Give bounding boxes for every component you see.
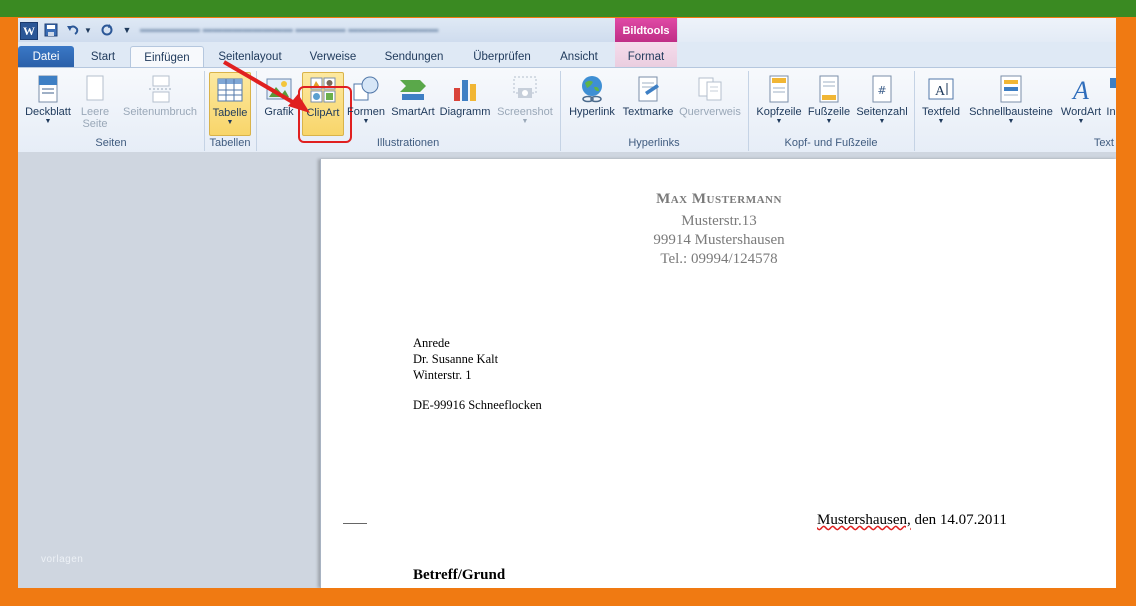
svg-text:A: A (935, 84, 946, 99)
textbox-icon: A (928, 78, 954, 100)
header-icon (769, 75, 789, 103)
recipient-city: DE-99916 Schneeflocken (413, 398, 542, 412)
chevron-down-icon: ▼ (878, 118, 886, 125)
svg-text:#: # (877, 84, 886, 97)
undo-dropdown-icon[interactable]: ▼ (84, 22, 92, 38)
chevron-down-icon: ▼ (825, 118, 833, 125)
sender-city: 99914 Mustershausen (653, 232, 785, 248)
ribbon: Deckblatt ▼ Leere Seite Seitenumbruch Sei… (18, 67, 1116, 154)
document-title: ▬▬▬▬▬▬ ▬▬▬▬▬▬▬▬▬ ▬▬▬▬▬ ▬▬▬▬▬▬▬▬▬ (140, 24, 439, 35)
wordart-icon: A (1071, 76, 1089, 104)
bildtools-context-tab: Bildtools (615, 18, 677, 42)
subject-line: Betreff/Grund (413, 567, 506, 583)
page-number-icon: # (872, 75, 892, 103)
seitenumbruch-button[interactable]: Seitenumbruch (116, 72, 204, 134)
group-text: Text (1093, 137, 1114, 149)
schnellbausteine-button[interactable]: Schnellbausteine ▼ (966, 72, 1056, 134)
screenshot-button[interactable]: Screenshot ▼ (494, 72, 556, 134)
textfeld-button[interactable]: A Textfeld ▼ (918, 72, 964, 134)
page-break-icon (149, 75, 173, 103)
customize-quick-access-icon[interactable]: ▼ (122, 22, 132, 38)
initiale-button[interactable]: In (1106, 72, 1116, 134)
wordart-button[interactable]: A WordArt ▼ (1058, 72, 1104, 134)
word-window: W ▼ ▼ ▬▬▬▬▬▬ ▬▬▬▬▬▬▬▬▬ ▬▬▬▬▬ ▬▬▬▬▬▬▬▬▬ B… (18, 18, 1116, 588)
word-icon[interactable]: W (20, 22, 38, 40)
smartart-icon (400, 80, 426, 100)
textmarke-button[interactable]: Textmarke (620, 72, 676, 134)
sender-street: Musterstr.13 (681, 213, 757, 229)
recipient-salutation: Anrede (413, 336, 450, 350)
chevron-down-icon: ▼ (521, 118, 529, 125)
camera-icon (513, 76, 537, 98)
svg-text:A: A (1071, 76, 1089, 104)
undo-icon[interactable] (66, 22, 80, 38)
bookmark-icon (638, 76, 659, 102)
date-value: den 14.07.2011 (910, 512, 1007, 528)
recipient-name: Dr. Susanne Kalt (413, 352, 499, 366)
redo-icon[interactable] (100, 22, 114, 38)
title-bar: W ▼ ▼ ▬▬▬▬▬▬ ▬▬▬▬▬▬▬▬▬ ▬▬▬▬▬ ▬▬▬▬▬▬▬▬▬ B… (18, 18, 1116, 42)
fold-mark (343, 523, 367, 524)
fusszeile-button[interactable]: Fußzeile ▼ (806, 72, 852, 134)
tab-sendungen[interactable]: Sendungen (376, 46, 452, 68)
group-kopf-fuss: Kopf- und Fußzeile (784, 137, 878, 149)
chevron-down-icon: ▼ (937, 118, 945, 125)
globe-link-icon (582, 76, 602, 103)
save-icon[interactable] (44, 22, 58, 38)
document-area: vorlagen Max Mustermann Musterstr.13 999… (18, 152, 1116, 588)
tab-einfuegen[interactable]: Einfügen (130, 46, 204, 69)
title-bar-background (678, 18, 1116, 42)
chevron-down-icon: ▼ (362, 118, 370, 125)
chevron-down-icon: ▼ (775, 118, 783, 125)
deckblatt-button[interactable]: Deckblatt ▼ (20, 72, 76, 134)
date-city: Mustershausen, (817, 512, 911, 528)
tab-ansicht[interactable]: Ansicht (552, 46, 606, 68)
leere-seite-button[interactable]: Leere Seite (78, 72, 112, 134)
date-line: Mustershausen, den 14.07.2011 (817, 512, 1007, 529)
tab-ueberpruefen[interactable]: Überprüfen (464, 46, 540, 68)
drop-cap-icon (1110, 78, 1116, 88)
cover-page-icon (38, 75, 58, 103)
diagramm-button[interactable]: Diagramm (438, 72, 492, 134)
tab-format[interactable]: Format (618, 46, 674, 68)
chevron-down-icon: ▼ (1077, 118, 1085, 125)
document-page[interactable]: Max Mustermann Musterstr.13 99914 Muster… (320, 159, 1116, 588)
group-seiten: Seiten (95, 137, 127, 149)
group-hyperlinks: Hyperlinks (628, 137, 680, 149)
red-arrow-annotation (222, 60, 310, 113)
chart-icon (454, 80, 476, 101)
group-illustrationen: Illustrationen (376, 137, 440, 149)
querverweis-button[interactable]: Querverweis (678, 72, 742, 134)
kopfzeile-button[interactable]: Kopfzeile ▼ (754, 72, 804, 134)
group-tabellen: Tabellen (209, 137, 251, 149)
quick-parts-icon (1000, 75, 1022, 103)
left-margin-pane: vorlagen (18, 152, 320, 588)
tab-start[interactable]: Start (82, 46, 124, 68)
footer-icon (819, 75, 839, 103)
cross-reference-icon (698, 77, 722, 101)
chevron-down-icon: ▼ (44, 118, 52, 125)
smartart-button[interactable]: SmartArt (388, 72, 438, 134)
group-separator (914, 71, 915, 151)
recipient-street: Winterstr. 1 (413, 368, 472, 382)
watermark-text: vorlagen (41, 554, 84, 565)
ribbon-tabs: Datei Start Einfügen Seitenlayout Verwei… (18, 42, 1116, 69)
blank-page-icon (86, 75, 104, 101)
hyperlink-button[interactable]: Hyperlink (566, 72, 618, 134)
shapes-icon (353, 76, 379, 101)
chevron-down-icon: ▼ (1007, 118, 1015, 125)
sender-phone: Tel.: 09994/124578 (660, 251, 778, 267)
seitenzahl-button[interactable]: # Seitenzahl ▼ (854, 72, 910, 134)
formen-button[interactable]: Formen ▼ (346, 72, 386, 134)
tab-datei[interactable]: Datei (18, 46, 74, 68)
sender-name: Max Mustermann (656, 191, 782, 207)
chevron-down-icon: ▼ (226, 119, 234, 126)
green-top-strip (0, 0, 1136, 17)
